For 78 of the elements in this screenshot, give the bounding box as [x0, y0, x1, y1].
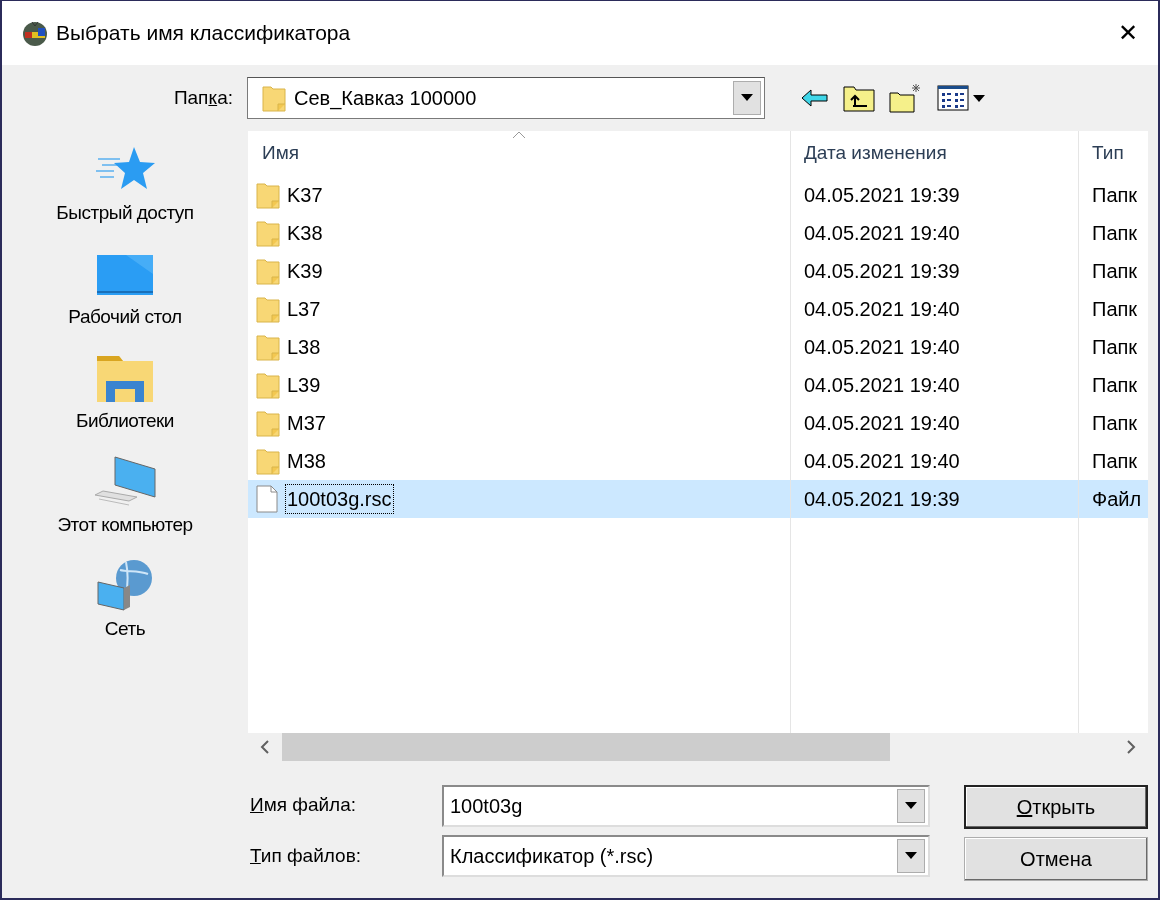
sidebar-item[interactable]: Этот компьютер	[57, 455, 193, 559]
file-name-field[interactable]: 100t03g	[442, 785, 930, 827]
file-name: K38	[287, 221, 323, 246]
file-row[interactable]: L39 04.05.2021 19:40 Папк	[248, 366, 1148, 404]
file-type: Папк	[1091, 259, 1139, 284]
file-name: M37	[287, 411, 326, 436]
caret-icon	[905, 802, 917, 810]
modified-date: 04.05.2021 19:40	[804, 411, 960, 436]
field-value: Классификатор (*.rsc)	[450, 844, 654, 869]
folder-up-icon[interactable]	[843, 84, 875, 112]
folder-icon	[256, 447, 280, 475]
folder-label: Папка:	[172, 85, 234, 110]
file-row[interactable]: K37 04.05.2021 19:39 Папк	[248, 176, 1148, 214]
file-row[interactable]: L37 04.05.2021 19:40 Папк	[248, 290, 1148, 328]
column-header[interactable]: Имя	[248, 131, 791, 176]
file-name: 100t03g.rsc	[285, 484, 394, 514]
file-type: Папк	[1091, 183, 1139, 208]
file-icon	[256, 485, 278, 513]
modified-date: 04.05.2021 19:39	[804, 259, 960, 284]
modified-date: 04.05.2021 19:39	[804, 183, 960, 208]
file-name: M38	[287, 449, 326, 474]
file-name: K39	[287, 259, 323, 284]
cancel-button[interactable]: Отмена	[964, 837, 1148, 881]
file-name: L39	[287, 373, 321, 398]
dropdown-arrow-button[interactable]	[733, 81, 761, 115]
modified-date: 04.05.2021 19:40	[804, 335, 960, 360]
new-folder-icon[interactable]	[889, 83, 923, 113]
file-row[interactable]: L38 04.05.2021 19:40 Папк	[248, 328, 1148, 366]
file-type: Папк	[1091, 449, 1139, 474]
close-button[interactable]: ✕	[1098, 1, 1158, 65]
column-header[interactable]: Тип	[1079, 131, 1148, 176]
folder-icon	[256, 181, 280, 209]
folder-name: Сев_Кавказ 100000	[294, 86, 477, 112]
folder-icon	[256, 219, 280, 247]
file-name-label: Имя файла:	[250, 793, 358, 817]
sidebar-item[interactable]: Библиотеки	[76, 351, 174, 455]
sort-caret-icon	[512, 131, 526, 139]
caret-icon	[905, 852, 917, 860]
file-row[interactable]: 100t03g.rsc 04.05.2021 19:39 Файл	[248, 480, 1148, 518]
dropdown-arrow-button[interactable]	[897, 789, 925, 823]
file-type: Папк	[1091, 411, 1139, 436]
file-type-dropdown[interactable]: Классификатор (*.rsc)	[442, 835, 930, 877]
file-type: Папк	[1091, 373, 1139, 398]
file-name: L38	[287, 335, 321, 360]
file-row[interactable]: M37 04.05.2021 19:40 Папк	[248, 404, 1148, 442]
folder-dropdown[interactable]: Сев_Кавказ 100000	[247, 77, 765, 119]
scrollbar-thumb[interactable]	[282, 733, 890, 761]
folder-icon	[256, 333, 280, 361]
view-menu-icon[interactable]	[937, 84, 987, 112]
caret-icon	[741, 94, 753, 102]
field-value: 100t03g	[450, 794, 523, 819]
back-arrow-icon[interactable]	[801, 88, 829, 108]
folder-icon	[256, 257, 280, 285]
file-type: Папк	[1091, 221, 1139, 246]
sidebar-item[interactable]: Сеть	[96, 559, 154, 663]
folder-icon	[256, 371, 280, 399]
modified-date: 04.05.2021 19:40	[804, 297, 960, 322]
modified-date: 04.05.2021 19:40	[804, 373, 960, 398]
sidebar-item[interactable]: Быстрый доступ	[56, 143, 194, 247]
open-button[interactable]: Открыть	[964, 785, 1148, 829]
modified-date: 04.05.2021 19:40	[804, 449, 960, 474]
file-row[interactable]: K38 04.05.2021 19:40 Папк	[248, 214, 1148, 252]
folder-icon	[256, 295, 280, 323]
file-name: K37	[287, 183, 323, 208]
dropdown-arrow-button[interactable]	[897, 839, 925, 873]
file-type: Файл	[1091, 487, 1143, 512]
file-type-label: Тип файлов:	[250, 843, 362, 868]
file-row[interactable]: K39 04.05.2021 19:39 Папк	[248, 252, 1148, 290]
modified-date: 04.05.2021 19:39	[804, 487, 960, 512]
file-name: L37	[287, 297, 321, 322]
folder-icon	[256, 409, 280, 437]
window-title: Выбрать имя классификатора	[56, 20, 351, 47]
sidebar-item[interactable]: Рабочий стол	[68, 247, 182, 351]
folder-icon	[262, 84, 286, 112]
file-type: Папк	[1091, 335, 1139, 360]
file-type: Папк	[1091, 297, 1139, 322]
column-header[interactable]: Дата изменения	[791, 131, 1079, 176]
modified-date: 04.05.2021 19:40	[804, 221, 960, 246]
